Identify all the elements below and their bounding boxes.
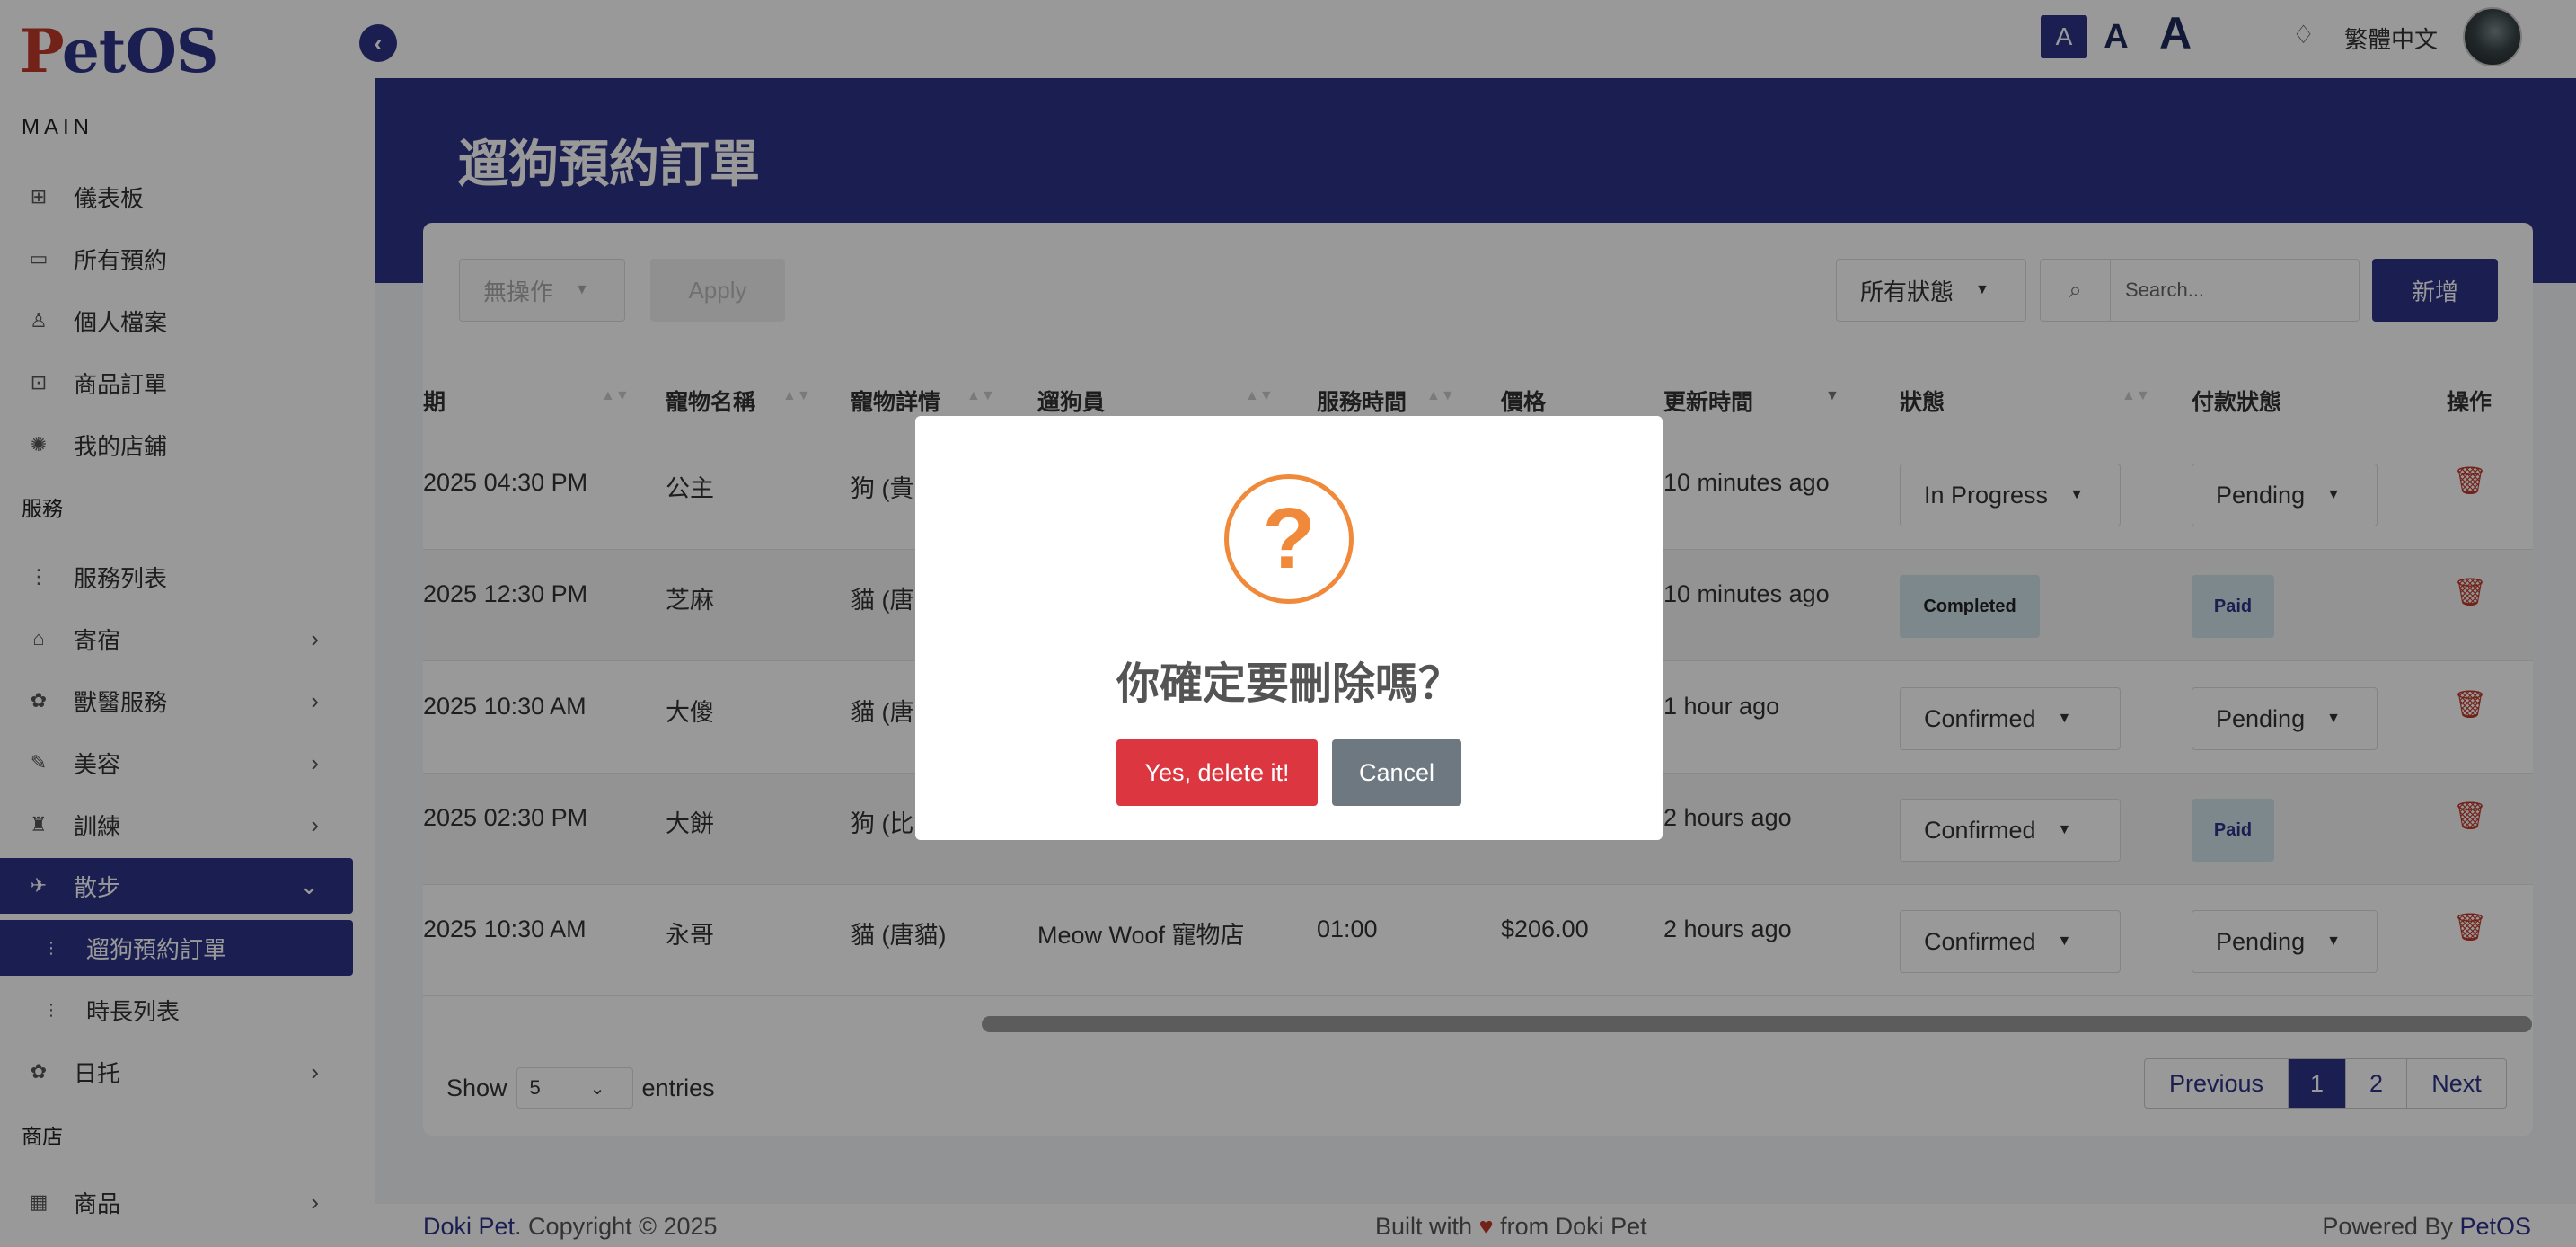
confirm-delete-button[interactable]: Yes, delete it!: [1116, 739, 1318, 806]
question-icon: ?: [1224, 474, 1354, 604]
dialog-actions: Yes, delete it! Cancel: [915, 739, 1663, 806]
dialog-title: 你確定要刪除嗎？: [1116, 660, 1461, 708]
confirm-delete-dialog: ? 你確定要刪除嗎？ Yes, delete it! Cancel: [915, 416, 1663, 840]
cancel-button[interactable]: Cancel: [1332, 739, 1461, 806]
